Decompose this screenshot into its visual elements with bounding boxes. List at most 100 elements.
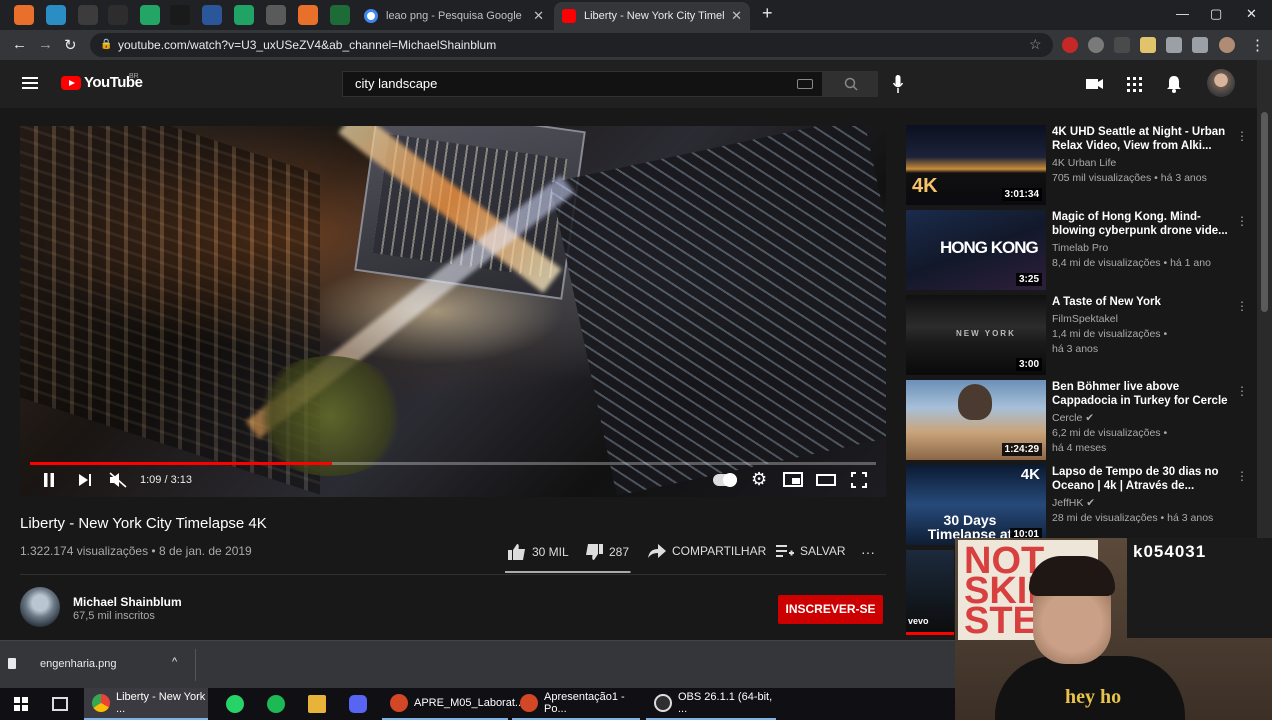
share-button[interactable]: COMPARTILHAR (648, 544, 766, 558)
windows-start-icon[interactable] (14, 697, 28, 711)
profile-avatar[interactable] (1219, 37, 1235, 53)
recommended-channel[interactable]: Cercle ✔ (1052, 412, 1094, 424)
recommended-channel[interactable]: JeffHK ✔ (1052, 497, 1095, 509)
taskbar-item-obs[interactable]: OBS 26.1.1 (64-bit, ... (646, 688, 776, 720)
volume-muted-icon[interactable] (109, 472, 127, 488)
video-thumbnail[interactable]: NEW YORK 3:00 (906, 295, 1046, 375)
autoplay-toggle[interactable] (713, 473, 737, 487)
kebab-menu-icon[interactable]: ⋮ (1236, 129, 1248, 143)
kebab-menu-icon[interactable]: ⋮ (1236, 384, 1248, 398)
taskbar-item-chrome[interactable]: Liberty - New York ... (84, 688, 208, 720)
recommended-title[interactable]: A Taste of New York (1052, 296, 1232, 310)
taskbar-item-discord[interactable] (341, 688, 375, 720)
pinned-tab-icon[interactable] (202, 5, 222, 25)
pause-icon[interactable] (42, 472, 56, 488)
account-avatar[interactable] (1207, 69, 1235, 97)
video-thumbnail[interactable]: 4K 30 Days Timelapse at 10:01 (906, 465, 1046, 545)
taskbar-item-powerpoint[interactable]: APRE_M05_Laborat... (382, 688, 524, 720)
bookmark-star-icon[interactable]: ☆ (1029, 36, 1042, 53)
keyboard-icon[interactable] (797, 79, 813, 89)
create-video-icon[interactable] (1084, 74, 1104, 94)
forward-arrow-icon[interactable]: → (38, 36, 53, 53)
browser-tab-google[interactable]: leao png - Pesquisa Google ✕ (356, 2, 552, 30)
kebab-menu-icon[interactable]: ⋮ (1236, 299, 1248, 313)
pinned-tab-icon[interactable] (330, 5, 350, 25)
pinned-tab-icon[interactable] (108, 5, 128, 25)
more-actions-icon[interactable]: ··· (861, 544, 875, 560)
notifications-bell-icon[interactable] (1164, 74, 1184, 94)
recommended-channel[interactable]: 4K Urban Life (1052, 157, 1116, 169)
extension-icon[interactable] (1062, 37, 1078, 53)
pinned-tab-icon[interactable] (234, 5, 254, 25)
new-tab-button[interactable]: + (762, 3, 773, 24)
apps-grid-icon[interactable] (1124, 74, 1144, 94)
recommended-channel[interactable]: FilmSpektakel (1052, 313, 1118, 325)
task-view-icon[interactable] (52, 697, 68, 711)
pinned-tab-icon[interactable] (266, 5, 286, 25)
close-tab-icon[interactable]: ✕ (731, 8, 742, 24)
hamburger-menu-icon[interactable] (22, 77, 38, 89)
kebab-menu-icon[interactable]: ⋮ (1250, 36, 1265, 54)
minimize-button[interactable]: — (1176, 6, 1189, 21)
recommended-video[interactable]: 4K 3:01:34 4K UHD Seattle at Night - Urb… (906, 125, 1248, 205)
recommended-video[interactable]: 4K 30 Days Timelapse at 10:01 Lapso de T… (906, 465, 1248, 545)
recommended-video[interactable]: NEW YORK 3:00 A Taste of New York FilmSp… (906, 295, 1248, 375)
recommended-title[interactable]: Magic of Hong Kong. Mind-blowing cyberpu… (1052, 211, 1232, 238)
taskbar-item-spotify[interactable] (259, 688, 293, 720)
dislike-button[interactable]: 287 (585, 544, 629, 560)
next-video-icon[interactable] (78, 473, 92, 487)
channel-avatar[interactable] (20, 587, 60, 627)
extension-icon[interactable] (1088, 37, 1104, 53)
channel-name[interactable]: Michael Shainblum (73, 595, 182, 609)
youtube-logo-icon[interactable] (61, 76, 81, 90)
recommended-title[interactable]: Ben Böhmer live above Cappadocia in Turk… (1052, 381, 1232, 408)
pinned-tab-icon[interactable] (78, 5, 98, 25)
taskbar-item-powerpoint[interactable]: Apresentação1 - Po... (512, 688, 640, 720)
reload-icon[interactable]: ↻ (64, 36, 77, 54)
scrollbar-thumb[interactable] (1261, 112, 1268, 312)
video-player[interactable]: 1:09 / 3:13 ⚙ (20, 126, 886, 497)
taskbar-item-whatsapp[interactable] (218, 688, 252, 720)
back-arrow-icon[interactable]: ← (12, 36, 27, 53)
settings-gear-icon[interactable]: ⚙ (751, 469, 767, 490)
puzzle-extensions-icon[interactable] (1166, 37, 1182, 53)
close-window-button[interactable]: ✕ (1246, 6, 1257, 22)
browser-tab-youtube[interactable]: Liberty - New York City Timelapse ✕ (554, 2, 750, 30)
save-button[interactable]: SALVAR (776, 544, 846, 558)
chevron-up-icon[interactable]: ^ (172, 656, 177, 668)
subscribe-button[interactable]: INSCREVER-SE (778, 595, 883, 624)
theater-mode-icon[interactable] (816, 474, 836, 486)
thumbs-down-icon (586, 544, 603, 560)
progress-bar[interactable] (30, 462, 876, 465)
fullscreen-icon[interactable] (851, 472, 867, 488)
taskbar-item-explorer[interactable] (300, 688, 334, 720)
pinned-tab-icon[interactable] (140, 5, 160, 25)
pinned-tab-icon[interactable] (170, 5, 190, 25)
recommended-title[interactable]: Lapso de Tempo de 30 dias no Oceano | 4k… (1052, 466, 1232, 493)
close-tab-icon[interactable]: ✕ (533, 8, 544, 24)
maximize-button[interactable]: ▢ (1210, 6, 1222, 22)
pinned-tab-icon[interactable] (298, 5, 318, 25)
video-thumbnail[interactable]: 4K 3:01:34 (906, 125, 1046, 205)
like-button[interactable]: 30 MIL (508, 544, 569, 560)
kebab-menu-icon[interactable]: ⋮ (1236, 469, 1248, 483)
pinned-tab-icon[interactable] (14, 5, 34, 25)
kebab-menu-icon[interactable]: ⋮ (1236, 214, 1248, 228)
video-thumbnail[interactable]: HONG KONG 3:25 (906, 210, 1046, 290)
search-input[interactable]: city landscape (342, 71, 823, 97)
recommended-video[interactable]: HONG KONG 3:25 Magic of Hong Kong. Mind-… (906, 210, 1248, 290)
recommended-channel[interactable]: Timelab Pro (1052, 242, 1108, 254)
extension-icon[interactable] (1114, 37, 1130, 53)
download-item[interactable]: engenharia.png (40, 658, 116, 670)
video-thumbnail[interactable]: 1:24:29 (906, 380, 1046, 460)
media-control-icon[interactable] (1192, 37, 1208, 53)
recommended-title[interactable]: 4K UHD Seattle at Night - Urban Relax Vi… (1052, 126, 1232, 153)
pinned-tab-icon[interactable] (46, 5, 66, 25)
microphone-icon[interactable] (893, 75, 903, 93)
recommended-video[interactable]: 1:24:29 Ben Böhmer live above Cappadocia… (906, 380, 1248, 460)
extension-icon[interactable] (1140, 37, 1156, 53)
search-button[interactable] (823, 71, 878, 97)
address-bar[interactable]: 🔒 youtube.com/watch?v=U3_uxUSeZV4&ab_cha… (90, 33, 1053, 57)
miniplayer-icon[interactable] (783, 472, 803, 487)
video-thumbnail[interactable]: vevo (906, 550, 954, 635)
